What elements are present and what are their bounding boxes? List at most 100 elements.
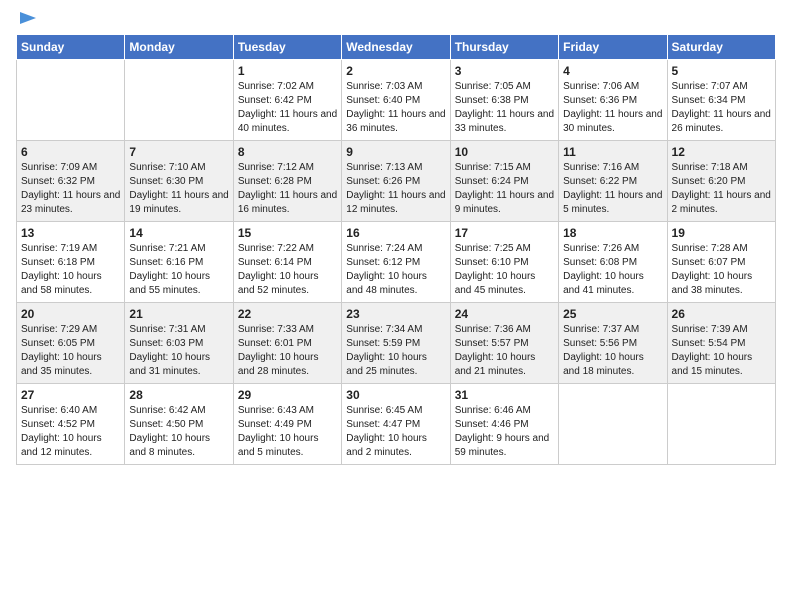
day-info: Sunrise: 7:02 AM Sunset: 6:42 PM Dayligh… xyxy=(238,80,337,136)
day-info: Sunrise: 7:34 AM Sunset: 5:59 PM Dayligh… xyxy=(346,323,445,379)
calendar-week-row: 1Sunrise: 7:02 AM Sunset: 6:42 PM Daylig… xyxy=(17,60,776,141)
calendar-cell: 18Sunrise: 7:26 AM Sunset: 6:08 PM Dayli… xyxy=(559,222,667,303)
day-number: 23 xyxy=(346,307,445,321)
calendar-cell: 19 Sunrise: 7:28 AM Sunset: 6:07 PM Dayli… xyxy=(667,222,775,303)
calendar-cell: 28 Sunrise: 6:42 AM Sunset: 4:50 PM Dayli… xyxy=(125,384,233,465)
day-info: Sunrise: 6:46 AM Sunset: 4:46 PM Dayligh… xyxy=(455,404,554,460)
calendar-week-row: 27 Sunrise: 6:40 AM Sunset: 4:52 PM Dayli… xyxy=(17,384,776,465)
day-info: Sunrise: 7:28 AM Sunset: 6:07 PM Dayligh… xyxy=(672,242,771,298)
calendar-cell xyxy=(559,384,667,465)
day-number: 24 xyxy=(455,307,554,321)
day-number: 2 xyxy=(346,64,445,78)
day-info: Sunrise: 6:45 AM Sunset: 4:47 PM Dayligh… xyxy=(346,404,445,460)
calendar-cell: 1Sunrise: 7:02 AM Sunset: 6:42 PM Daylig… xyxy=(233,60,341,141)
day-number: 22 xyxy=(238,307,337,321)
weekday-header-sunday: Sunday xyxy=(17,35,125,60)
page-header xyxy=(16,16,776,24)
day-number: 14 xyxy=(129,226,228,240)
day-info: Sunrise: 7:15 AM Sunset: 6:24 PM Dayligh… xyxy=(455,161,554,217)
day-info: Sunrise: 7:18 AM Sunset: 6:20 PM Dayligh… xyxy=(672,161,771,217)
weekday-header-tuesday: Tuesday xyxy=(233,35,341,60)
calendar-cell: 20 Sunrise: 7:29 AM Sunset: 6:05 PM Dayli… xyxy=(17,303,125,384)
day-info: Sunrise: 7:16 AM Sunset: 6:22 PM Dayligh… xyxy=(563,161,662,217)
day-info: Sunrise: 7:31 AM Sunset: 6:03 PM Dayligh… xyxy=(129,323,228,379)
calendar-cell xyxy=(125,60,233,141)
calendar-cell: 2 Sunrise: 7:03 AM Sunset: 6:40 PM Daylig… xyxy=(342,60,450,141)
day-info: Sunrise: 7:29 AM Sunset: 6:05 PM Dayligh… xyxy=(21,323,120,379)
calendar-week-row: 20 Sunrise: 7:29 AM Sunset: 6:05 PM Dayli… xyxy=(17,303,776,384)
day-info: Sunrise: 7:12 AM Sunset: 6:28 PM Dayligh… xyxy=(238,161,337,217)
day-number: 28 xyxy=(129,388,228,402)
calendar-cell: 22Sunrise: 7:33 AM Sunset: 6:01 PM Dayli… xyxy=(233,303,341,384)
day-info: Sunrise: 7:03 AM Sunset: 6:40 PM Dayligh… xyxy=(346,80,445,136)
logo-arrow-icon xyxy=(18,8,38,28)
day-info: Sunrise: 7:36 AM Sunset: 5:57 PM Dayligh… xyxy=(455,323,554,379)
day-info: Sunrise: 7:37 AM Sunset: 5:56 PM Dayligh… xyxy=(563,323,662,379)
weekday-row: SundayMondayTuesdayWednesdayThursdayFrid… xyxy=(17,35,776,60)
day-number: 29 xyxy=(238,388,337,402)
weekday-header-friday: Friday xyxy=(559,35,667,60)
calendar-cell: 7Sunrise: 7:10 AM Sunset: 6:30 PM Daylig… xyxy=(125,141,233,222)
calendar-cell: 8 Sunrise: 7:12 AM Sunset: 6:28 PM Daylig… xyxy=(233,141,341,222)
day-info: Sunrise: 7:26 AM Sunset: 6:08 PM Dayligh… xyxy=(563,242,662,298)
calendar-cell: 13 Sunrise: 7:19 AM Sunset: 6:18 PM Dayli… xyxy=(17,222,125,303)
calendar-cell: 12Sunrise: 7:18 AM Sunset: 6:20 PM Dayli… xyxy=(667,141,775,222)
day-info: Sunrise: 7:39 AM Sunset: 5:54 PM Dayligh… xyxy=(672,323,771,379)
day-number: 4 xyxy=(563,64,662,78)
day-number: 5 xyxy=(672,64,771,78)
calendar-header: SundayMondayTuesdayWednesdayThursdayFrid… xyxy=(17,35,776,60)
calendar-cell: 9 Sunrise: 7:13 AM Sunset: 6:26 PM Daylig… xyxy=(342,141,450,222)
calendar-cell: 26 Sunrise: 7:39 AM Sunset: 5:54 PM Dayli… xyxy=(667,303,775,384)
calendar-cell: 5Sunrise: 7:07 AM Sunset: 6:34 PM Daylig… xyxy=(667,60,775,141)
day-number: 10 xyxy=(455,145,554,159)
calendar-cell: 17 Sunrise: 7:25 AM Sunset: 6:10 PM Dayli… xyxy=(450,222,558,303)
calendar-week-row: 6Sunrise: 7:09 AM Sunset: 6:32 PM Daylig… xyxy=(17,141,776,222)
calendar-cell: 16 Sunrise: 7:24 AM Sunset: 6:12 PM Dayli… xyxy=(342,222,450,303)
calendar-cell: 14 Sunrise: 7:21 AM Sunset: 6:16 PM Dayli… xyxy=(125,222,233,303)
day-number: 20 xyxy=(21,307,120,321)
calendar-table: SundayMondayTuesdayWednesdayThursdayFrid… xyxy=(16,34,776,465)
day-info: Sunrise: 7:21 AM Sunset: 6:16 PM Dayligh… xyxy=(129,242,228,298)
day-info: Sunrise: 7:24 AM Sunset: 6:12 PM Dayligh… xyxy=(346,242,445,298)
day-number: 7 xyxy=(129,145,228,159)
calendar-cell xyxy=(17,60,125,141)
calendar-body: 1Sunrise: 7:02 AM Sunset: 6:42 PM Daylig… xyxy=(17,60,776,465)
logo xyxy=(16,16,38,24)
day-number: 25 xyxy=(563,307,662,321)
weekday-header-wednesday: Wednesday xyxy=(342,35,450,60)
day-number: 11 xyxy=(563,145,662,159)
calendar-cell: 3Sunrise: 7:05 AM Sunset: 6:38 PM Daylig… xyxy=(450,60,558,141)
calendar-week-row: 13 Sunrise: 7:19 AM Sunset: 6:18 PM Dayli… xyxy=(17,222,776,303)
day-number: 30 xyxy=(346,388,445,402)
calendar-cell: 31Sunrise: 6:46 AM Sunset: 4:46 PM Dayli… xyxy=(450,384,558,465)
weekday-header-thursday: Thursday xyxy=(450,35,558,60)
day-number: 15 xyxy=(238,226,337,240)
calendar-cell: 23 Sunrise: 7:34 AM Sunset: 5:59 PM Dayli… xyxy=(342,303,450,384)
day-info: Sunrise: 7:25 AM Sunset: 6:10 PM Dayligh… xyxy=(455,242,554,298)
day-info: Sunrise: 7:22 AM Sunset: 6:14 PM Dayligh… xyxy=(238,242,337,298)
calendar-cell: 29 Sunrise: 6:43 AM Sunset: 4:49 PM Dayli… xyxy=(233,384,341,465)
calendar-cell: 30 Sunrise: 6:45 AM Sunset: 4:47 PM Dayli… xyxy=(342,384,450,465)
day-number: 27 xyxy=(21,388,120,402)
day-number: 8 xyxy=(238,145,337,159)
day-info: Sunrise: 6:43 AM Sunset: 4:49 PM Dayligh… xyxy=(238,404,337,460)
day-info: Sunrise: 6:42 AM Sunset: 4:50 PM Dayligh… xyxy=(129,404,228,460)
calendar-cell: 24 Sunrise: 7:36 AM Sunset: 5:57 PM Dayli… xyxy=(450,303,558,384)
calendar-cell: 11 Sunrise: 7:16 AM Sunset: 6:22 PM Dayli… xyxy=(559,141,667,222)
day-info: Sunrise: 7:05 AM Sunset: 6:38 PM Dayligh… xyxy=(455,80,554,136)
calendar-cell xyxy=(667,384,775,465)
weekday-header-saturday: Saturday xyxy=(667,35,775,60)
day-number: 19 xyxy=(672,226,771,240)
calendar-cell: 25 Sunrise: 7:37 AM Sunset: 5:56 PM Dayli… xyxy=(559,303,667,384)
day-number: 26 xyxy=(672,307,771,321)
day-number: 17 xyxy=(455,226,554,240)
day-number: 6 xyxy=(21,145,120,159)
day-number: 21 xyxy=(129,307,228,321)
day-info: Sunrise: 7:13 AM Sunset: 6:26 PM Dayligh… xyxy=(346,161,445,217)
day-info: Sunrise: 6:40 AM Sunset: 4:52 PM Dayligh… xyxy=(21,404,120,460)
calendar-cell: 15 Sunrise: 7:22 AM Sunset: 6:14 PM Dayli… xyxy=(233,222,341,303)
day-number: 16 xyxy=(346,226,445,240)
day-number: 9 xyxy=(346,145,445,159)
day-number: 13 xyxy=(21,226,120,240)
day-info: Sunrise: 7:19 AM Sunset: 6:18 PM Dayligh… xyxy=(21,242,120,298)
